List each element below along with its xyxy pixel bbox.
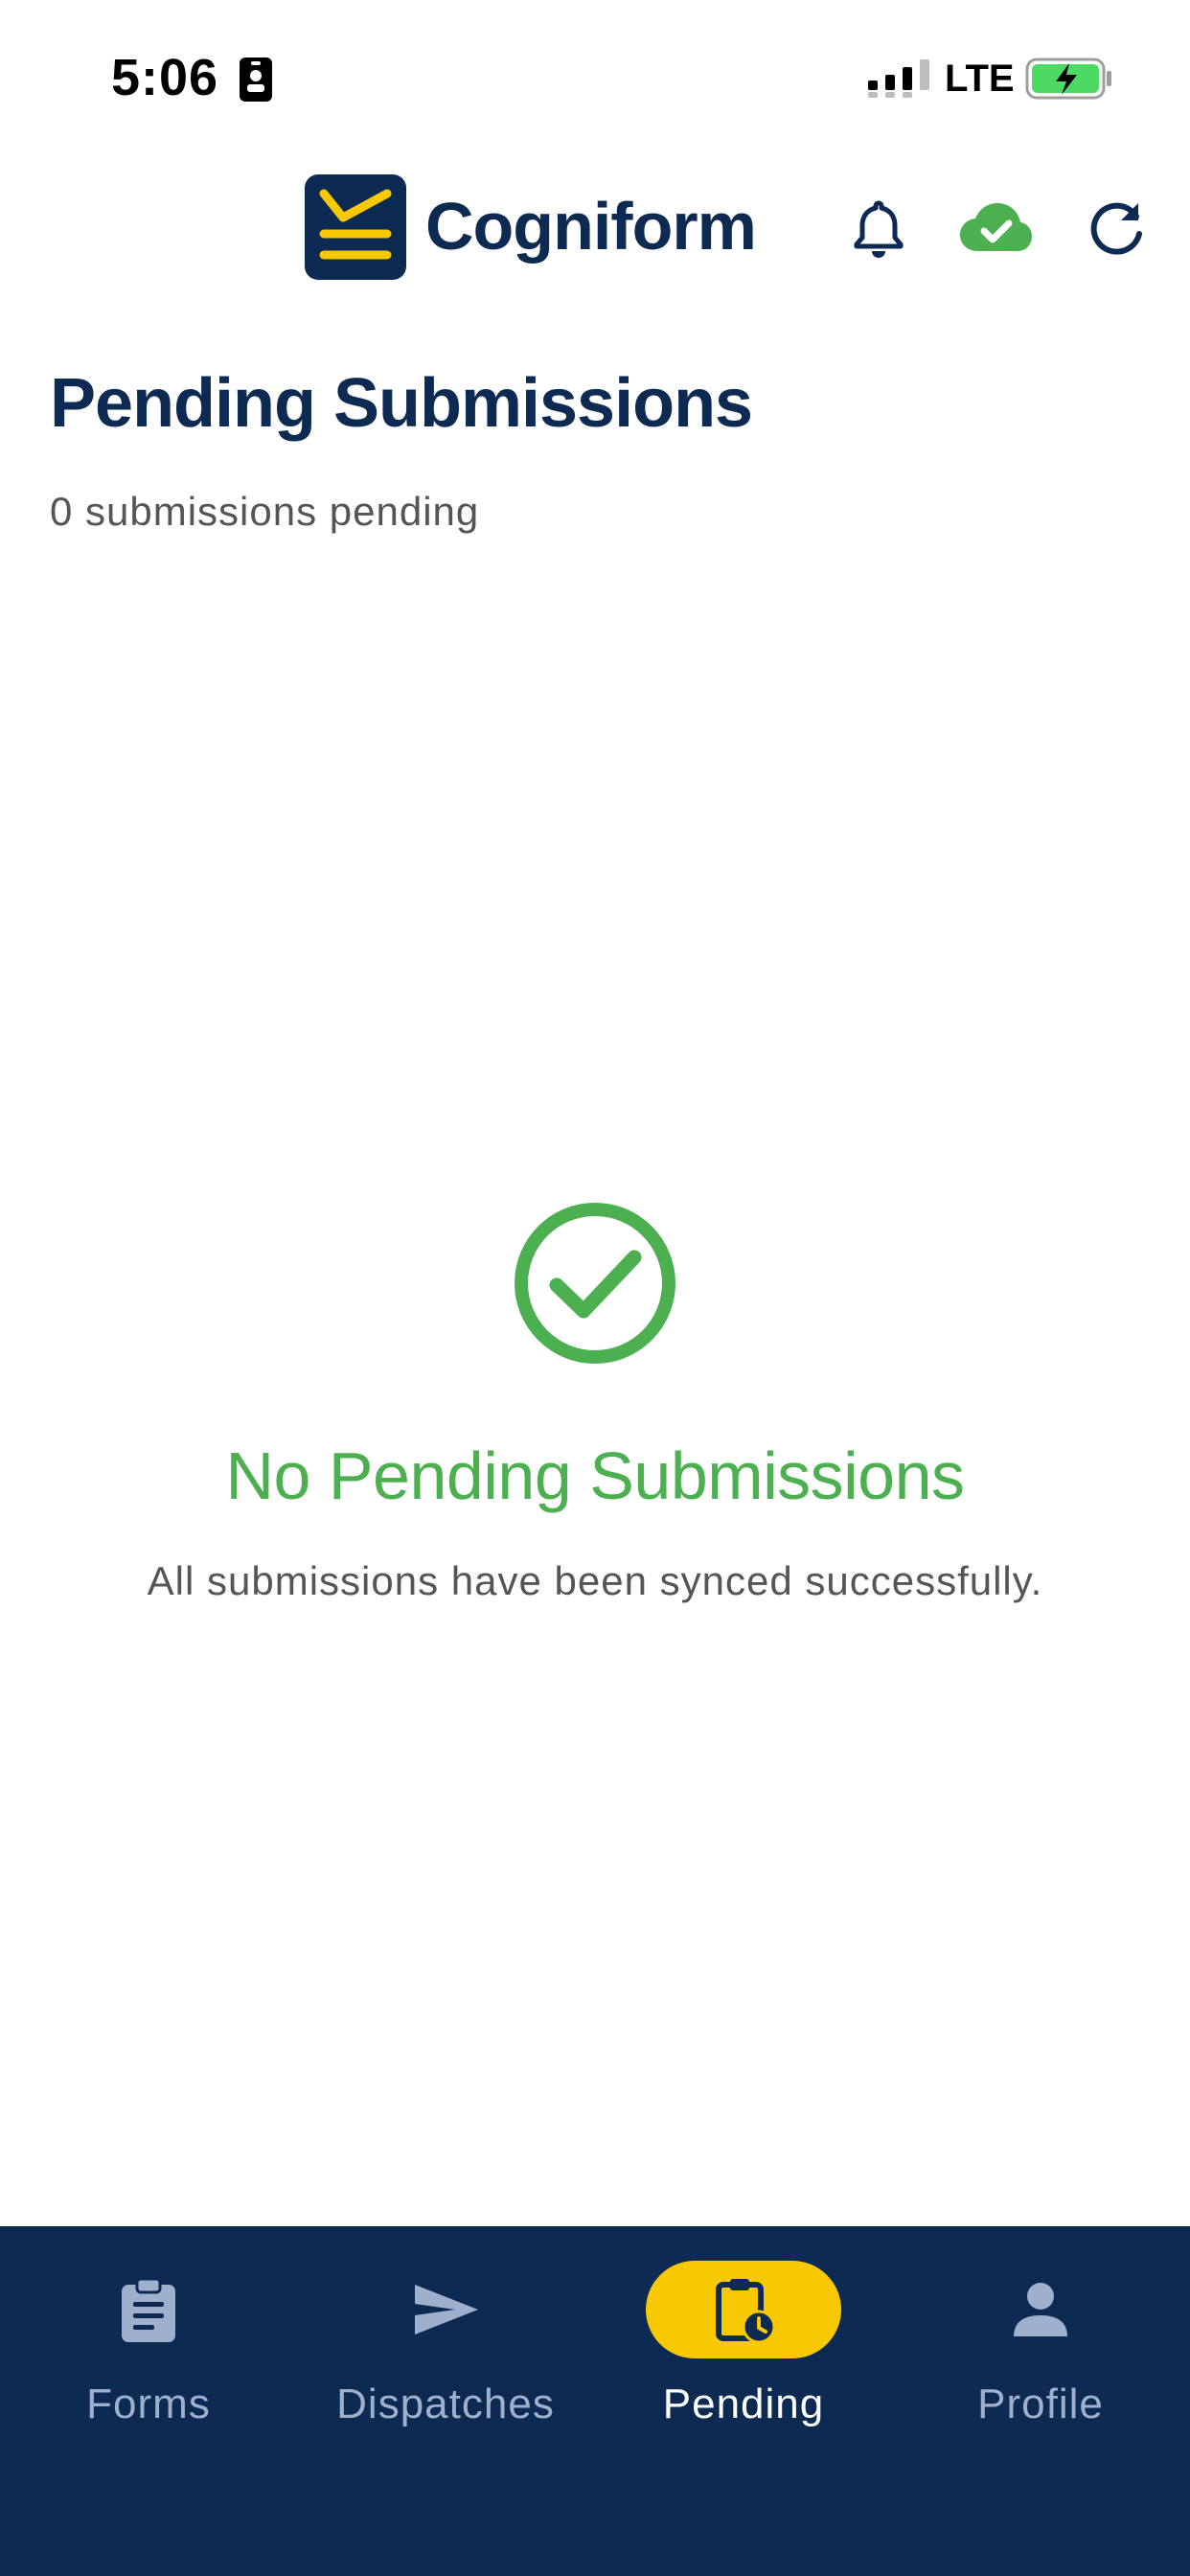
sync-status-button[interactable] bbox=[958, 196, 1033, 263]
nav-label: Dispatches bbox=[336, 2380, 555, 2427]
battery-charging-icon bbox=[1025, 58, 1111, 100]
empty-state-title: No Pending Submissions bbox=[225, 1438, 965, 1513]
nav-item-forms[interactable]: Forms bbox=[0, 2261, 297, 2443]
app-logo bbox=[305, 174, 406, 280]
check-circle-icon bbox=[515, 1203, 675, 1364]
bottom-nav: Forms Dispatches Pending Profile bbox=[0, 2226, 1190, 2576]
bell-icon bbox=[854, 200, 904, 258]
nav-item-dispatches[interactable]: Dispatches bbox=[297, 2261, 594, 2443]
id-badge-icon bbox=[240, 58, 272, 102]
clipboard-clock-icon bbox=[716, 2279, 776, 2344]
notifications-button[interactable] bbox=[845, 196, 912, 263]
network-label: LTE bbox=[945, 58, 1015, 100]
refresh-icon bbox=[1090, 202, 1142, 255]
page-title: Pending Submissions bbox=[50, 365, 753, 442]
clipboard-icon bbox=[122, 2277, 175, 2342]
cloud-check-icon bbox=[960, 203, 1032, 251]
status-time: 5:06 bbox=[111, 49, 219, 106]
refresh-button[interactable] bbox=[1083, 196, 1150, 263]
nav-item-profile[interactable]: Profile bbox=[892, 2261, 1189, 2443]
nav-item-pending[interactable]: Pending bbox=[595, 2261, 892, 2443]
empty-state-message: All submissions have been synced success… bbox=[147, 1558, 1043, 1603]
app-header: Cogniform bbox=[0, 163, 1190, 297]
nav-label: Pending bbox=[662, 2380, 825, 2427]
pending-count: 0 submissions pending bbox=[50, 489, 480, 534]
send-icon bbox=[415, 2285, 478, 2334]
nav-label: Forms bbox=[86, 2380, 211, 2427]
person-icon bbox=[1014, 2283, 1067, 2336]
nav-label: Profile bbox=[977, 2380, 1104, 2427]
brand-name: Cogniform bbox=[425, 189, 757, 264]
status-bar: 5:06 LTE bbox=[0, 0, 1190, 144]
signal-icon bbox=[868, 59, 929, 98]
